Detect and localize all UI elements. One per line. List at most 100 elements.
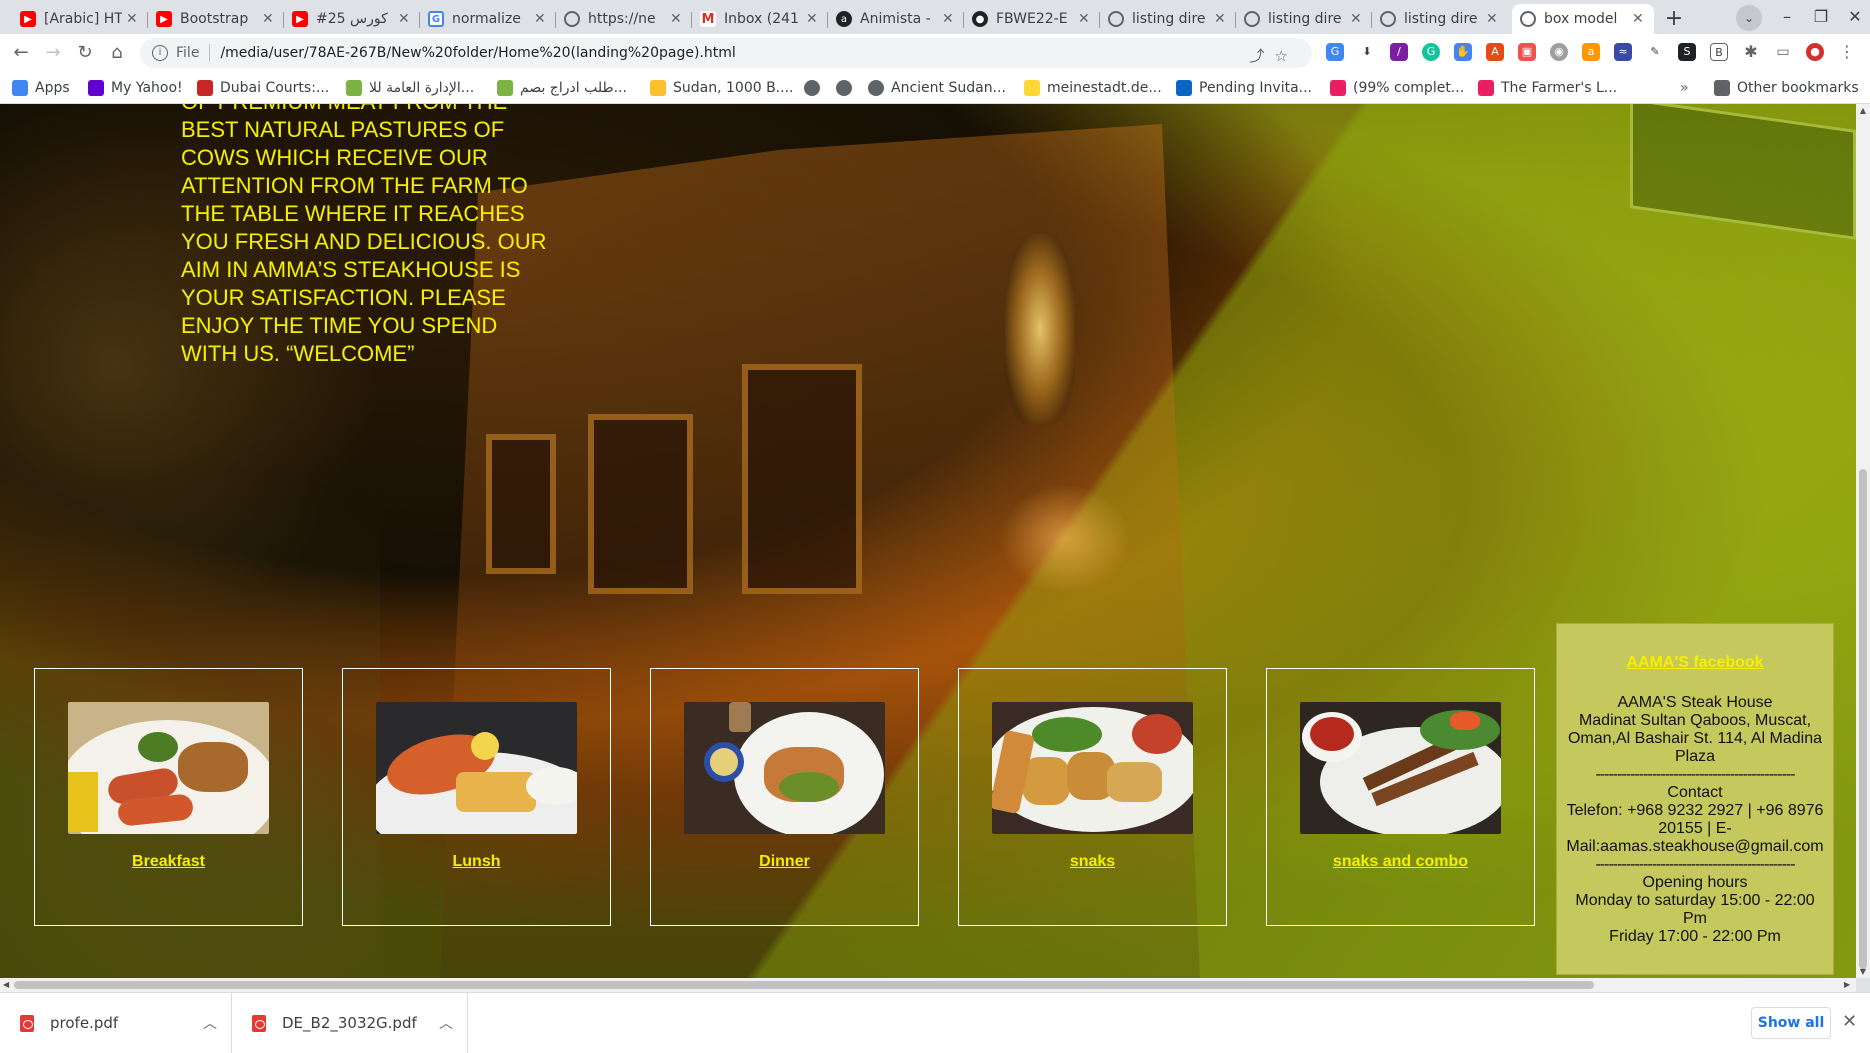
- close-tab-icon[interactable]: ✕: [262, 11, 276, 27]
- close-tab-icon[interactable]: ✕: [806, 11, 820, 27]
- extension-icon[interactable]: S: [1678, 43, 1696, 61]
- menu-link-snacks-combo[interactable]: snaks and combo: [1267, 853, 1534, 871]
- business-name: AAMA'S Steak House: [1617, 694, 1773, 711]
- scroll-left-icon[interactable]: ◀: [3, 980, 9, 989]
- bookmark-linkedin[interactable]: Pending Invita...: [1176, 78, 1312, 98]
- menu-card-dinner[interactable]: Dinner: [650, 668, 919, 926]
- url-text[interactable]: /media/user/78AE-267B/New%20folder/Home%…: [220, 45, 735, 61]
- tab-11-active[interactable]: box model ✕: [1512, 4, 1654, 34]
- reload-icon[interactable]: ↻: [72, 40, 98, 66]
- forward-icon[interactable]: →: [40, 40, 66, 66]
- close-tab-icon[interactable]: ✕: [1214, 11, 1228, 27]
- close-tab-icon[interactable]: ✕: [670, 11, 684, 27]
- bookmark-globe-1[interactable]: [804, 78, 827, 98]
- menu-link-snacks[interactable]: snaks: [959, 853, 1226, 871]
- extension-pen-icon[interactable]: /: [1390, 43, 1408, 61]
- download-filename: DE_B2_3032G.pdf: [282, 1014, 417, 1032]
- tab-search-button[interactable]: ⌄: [1736, 5, 1762, 31]
- tab-1[interactable]: ▶ Bootstrap ✕: [148, 4, 284, 34]
- share-icon[interactable]: ⤴: [1250, 47, 1275, 65]
- tab-7[interactable]: ● FBWE22-E ✕: [964, 4, 1100, 34]
- tab-10[interactable]: listing dire ✕: [1372, 4, 1508, 34]
- tab-9[interactable]: listing dire ✕: [1236, 4, 1372, 34]
- chevron-up-icon[interactable]: ︿: [439, 1013, 453, 1033]
- download-item[interactable]: DE_B2_3032G.pdf ︿: [232, 993, 468, 1053]
- tab-4[interactable]: https://ne ✕: [556, 4, 692, 34]
- show-all-downloads-button[interactable]: Show all: [1751, 1007, 1831, 1039]
- close-tab-icon[interactable]: ✕: [1078, 11, 1092, 27]
- bookmark-dubai-courts[interactable]: Dubai Courts:...: [197, 78, 329, 98]
- menu-card-snacks[interactable]: snaks: [958, 668, 1227, 926]
- sidepanel-icon[interactable]: ▭: [1774, 43, 1792, 61]
- tab-8[interactable]: listing dire ✕: [1100, 4, 1236, 34]
- menu-kebab-icon[interactable]: ⋮: [1838, 43, 1856, 61]
- minimize-icon[interactable]: –: [1772, 4, 1802, 30]
- scroll-right-icon[interactable]: ▶: [1844, 980, 1850, 989]
- info-icon[interactable]: i: [152, 45, 168, 61]
- bookmark-globe-2[interactable]: [836, 78, 859, 98]
- extension-icon[interactable]: A: [1486, 43, 1504, 61]
- menu-card-breakfast[interactable]: Breakfast: [34, 668, 303, 926]
- home-icon[interactable]: ⌂: [104, 40, 130, 66]
- extension-icon[interactable]: ◉: [1550, 43, 1568, 61]
- background-shop-sign: [1630, 104, 1856, 240]
- tab-3[interactable]: G normalize ✕: [420, 4, 556, 34]
- bookmark-arabic-2[interactable]: طلب ادراج بصم...: [497, 78, 627, 98]
- extension-icon[interactable]: ✋: [1454, 43, 1472, 61]
- chevron-up-icon[interactable]: ︿: [203, 1013, 217, 1033]
- tab-6[interactable]: a Animista - ✕: [828, 4, 964, 34]
- scroll-up-icon[interactable]: ▲: [1858, 106, 1868, 115]
- extension-icon[interactable]: ≈: [1614, 43, 1632, 61]
- menu-card-snacks-combo[interactable]: snaks and combo: [1266, 668, 1535, 926]
- window-close-icon[interactable]: ✕: [1840, 4, 1870, 30]
- amazon-icon[interactable]: a: [1582, 43, 1600, 61]
- back-icon[interactable]: ←: [8, 40, 34, 66]
- extension-icon[interactable]: ✎: [1646, 43, 1664, 61]
- horizontal-scroll-thumb[interactable]: [14, 981, 1594, 989]
- scroll-down-icon[interactable]: ▼: [1858, 967, 1868, 976]
- close-tab-icon[interactable]: ✕: [1632, 11, 1646, 27]
- menu-card-lunch[interactable]: Lunsh: [342, 668, 611, 926]
- avatar[interactable]: ●: [1806, 43, 1824, 61]
- bookmark-meinestadt[interactable]: meinestadt.de...: [1024, 78, 1162, 98]
- other-bookmarks[interactable]: Other bookmarks: [1714, 78, 1859, 98]
- bookmark-ancient-sudan[interactable]: Ancient Sudan...: [868, 78, 1006, 98]
- translate-icon[interactable]: G: [1326, 43, 1344, 61]
- bookmark-flickr-1[interactable]: (99% complet...: [1330, 78, 1464, 98]
- download-icon[interactable]: ⬇: [1358, 43, 1376, 61]
- restore-icon[interactable]: ❐: [1806, 4, 1836, 30]
- close-tab-icon[interactable]: ✕: [398, 11, 412, 27]
- new-tab-button[interactable]: +: [1660, 6, 1688, 34]
- vertical-scrollbar[interactable]: ▲ ▼: [1856, 104, 1870, 978]
- extension-icon[interactable]: ▣: [1518, 43, 1536, 61]
- bookmark-flickr-2[interactable]: The Farmer's L...: [1478, 78, 1617, 98]
- close-tab-icon[interactable]: ✕: [1350, 11, 1364, 27]
- tab-title: Animista -: [860, 11, 931, 27]
- horizontal-scrollbar[interactable]: ◀ ▶: [0, 978, 1856, 992]
- extension-icon[interactable]: B: [1710, 43, 1728, 61]
- address-bar[interactable]: i File /media/user/78AE-267B/New%20folde…: [140, 38, 1312, 68]
- close-tab-icon[interactable]: ✕: [942, 11, 956, 27]
- download-item[interactable]: profe.pdf ︿: [0, 993, 232, 1053]
- bookmark-sudan[interactable]: Sudan, 1000 B....: [650, 78, 793, 98]
- menu-link-lunch[interactable]: Lunsh: [343, 853, 610, 871]
- tab-2[interactable]: ▶ #25 كورس ✕: [284, 4, 420, 34]
- bookmark-yahoo[interactable]: My Yahoo!: [88, 78, 183, 98]
- tab-0[interactable]: ▶ [Arabic] HT ✕: [12, 4, 148, 34]
- puzzle-icon[interactable]: ✱: [1742, 43, 1760, 61]
- bookmark-apps[interactable]: Apps: [12, 78, 70, 98]
- breakfast-image: [68, 702, 269, 834]
- close-tab-icon[interactable]: ✕: [126, 11, 140, 27]
- close-tab-icon[interactable]: ✕: [1486, 11, 1500, 27]
- facebook-link[interactable]: AAMA'S facebook: [1565, 654, 1825, 672]
- grammarly-icon[interactable]: G: [1422, 43, 1440, 61]
- menu-link-breakfast[interactable]: Breakfast: [35, 853, 302, 871]
- close-tab-icon[interactable]: ✕: [534, 11, 548, 27]
- menu-link-dinner[interactable]: Dinner: [651, 853, 918, 871]
- vertical-scroll-thumb[interactable]: [1859, 469, 1867, 969]
- bookmark-arabic-1[interactable]: الإدارة العامة للا...: [346, 78, 474, 98]
- close-downloads-icon[interactable]: ✕: [1842, 1011, 1857, 1032]
- bookmark-star-icon[interactable]: ☆: [1275, 47, 1298, 65]
- tab-5[interactable]: M Inbox (241 ✕: [692, 4, 828, 34]
- more-bookmarks-icon[interactable]: »: [1680, 78, 1689, 98]
